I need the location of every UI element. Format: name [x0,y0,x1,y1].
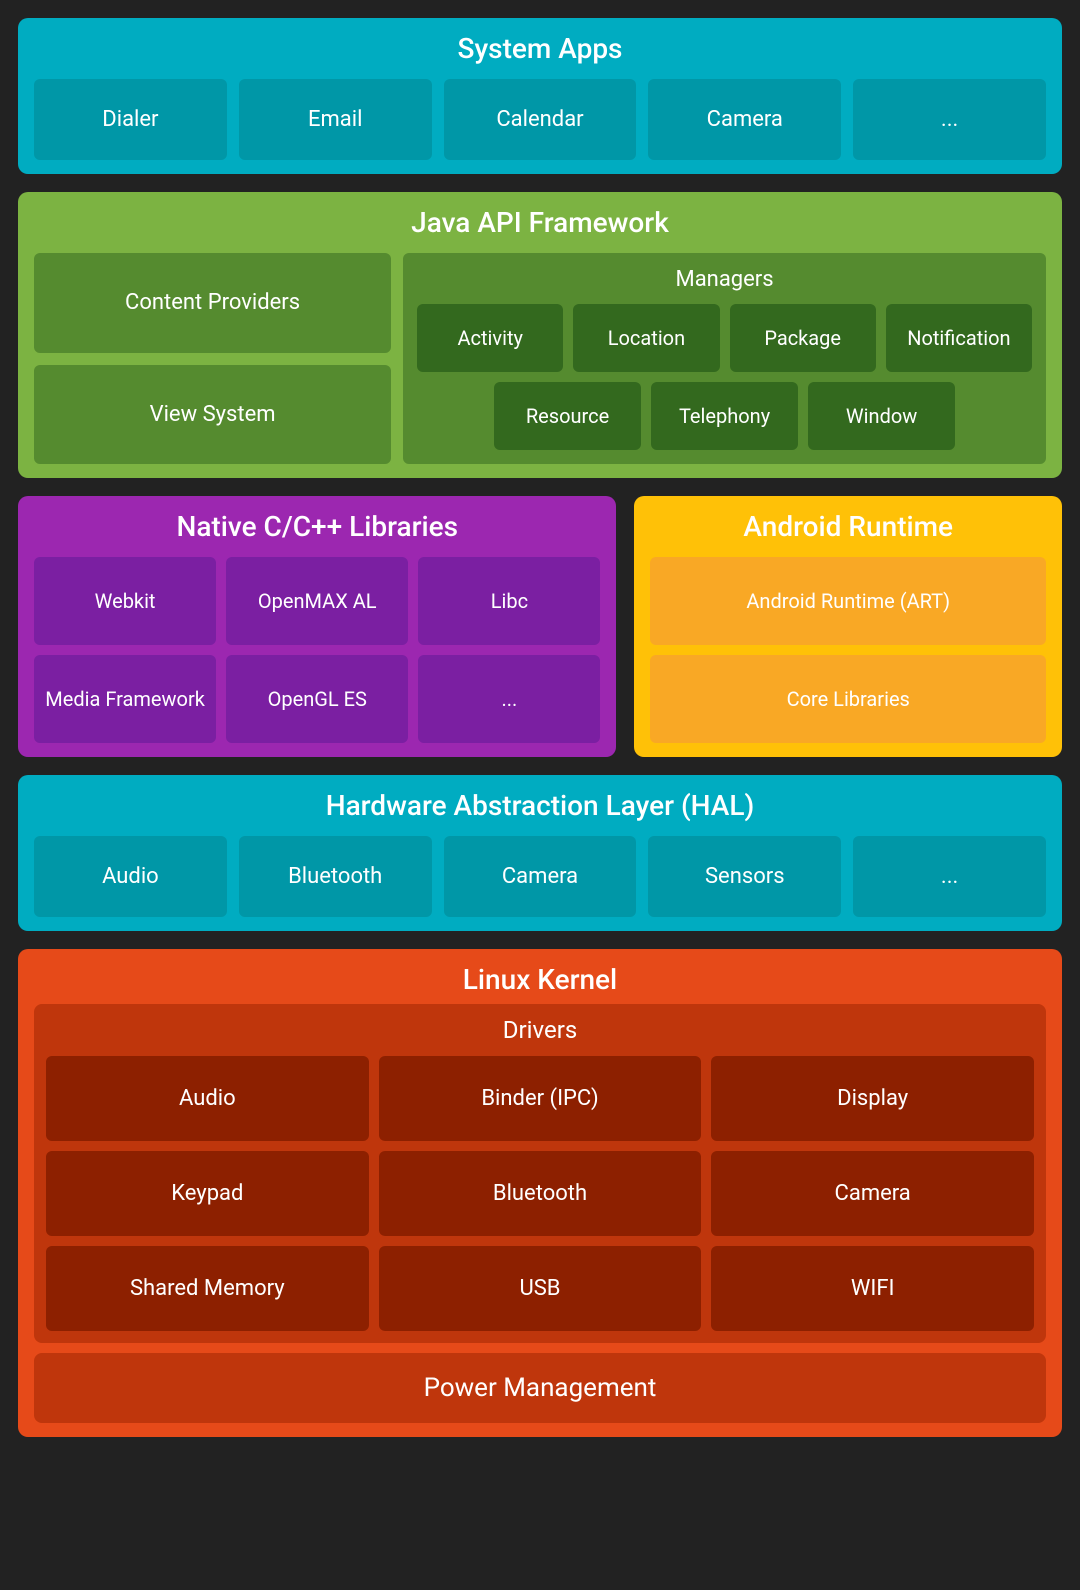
drivers-title: Drivers [46,1016,1034,1044]
driver-audio: Audio [46,1056,369,1141]
driver-binder: Binder (IPC) [379,1056,702,1141]
manager-window: Window [808,382,955,450]
java-api-title: Java API Framework [34,206,1046,239]
manager-location: Location [573,304,719,372]
system-apps-layer: System Apps Dialer Email Calendar Camera… [18,18,1062,174]
system-apps-title: System Apps [34,32,1046,65]
java-api-left: Content Providers View System [34,253,391,464]
view-system: View System [34,365,391,465]
hal-title: Hardware Abstraction Layer (HAL) [34,789,1046,822]
android-runtime-layer: Android Runtime Android Runtime (ART) Co… [634,496,1062,757]
lib-openmax: OpenMAX AL [226,557,408,645]
java-api-inner: Content Providers View System Managers A… [34,253,1046,464]
lib-libc: Libc [418,557,600,645]
driver-usb: USB [379,1246,702,1331]
manager-activity: Activity [417,304,563,372]
manager-notification: Notification [886,304,1032,372]
driver-display: Display [711,1056,1034,1141]
native-runtime-row: Native C/C++ Libraries Webkit OpenMAX AL… [18,496,1062,757]
lib-webkit: Webkit [34,557,216,645]
app-dialer: Dialer [34,79,227,160]
app-calendar: Calendar [444,79,637,160]
managers-row1: Activity Location Package Notification [417,304,1032,372]
hal-audio: Audio [34,836,227,917]
hal-bluetooth: Bluetooth [239,836,432,917]
native-cpp-layer: Native C/C++ Libraries Webkit OpenMAX AL… [18,496,616,757]
android-runtime-title: Android Runtime [650,510,1046,543]
hal-more: ... [853,836,1046,917]
hal-camera: Camera [444,836,637,917]
managers-row2: Resource Telephony Window [494,382,955,450]
driver-wifi: WIFI [711,1246,1034,1331]
runtime-core-libraries: Core Libraries [650,655,1046,743]
drivers-grid: Audio Binder (IPC) Display Keypad Blueto… [46,1056,1034,1331]
native-cpp-title: Native C/C++ Libraries [34,510,600,543]
java-api-layer: Java API Framework Content Providers Vie… [18,192,1062,478]
driver-keypad: Keypad [46,1151,369,1236]
hal-layer: Hardware Abstraction Layer (HAL) Audio B… [18,775,1062,931]
hal-sensors: Sensors [648,836,841,917]
linux-kernel-layer: Linux Kernel Drivers Audio Binder (IPC) … [18,949,1062,1437]
manager-resource: Resource [494,382,641,450]
hal-grid: Audio Bluetooth Camera Sensors ... [34,836,1046,917]
manager-telephony: Telephony [651,382,798,450]
system-apps-grid: Dialer Email Calendar Camera ... [34,79,1046,160]
managers-section: Managers Activity Location Package Notif… [403,253,1046,464]
drivers-section: Drivers Audio Binder (IPC) Display Keypa… [34,1004,1046,1343]
linux-kernel-title: Linux Kernel [34,963,1046,996]
driver-bluetooth: Bluetooth [379,1151,702,1236]
power-management: Power Management [34,1353,1046,1423]
lib-opengl: OpenGL ES [226,655,408,743]
driver-camera: Camera [711,1151,1034,1236]
managers-title: Managers [417,267,1032,292]
android-runtime-grid: Android Runtime (ART) Core Libraries [650,557,1046,743]
app-email: Email [239,79,432,160]
runtime-art: Android Runtime (ART) [650,557,1046,645]
app-more: ... [853,79,1046,160]
lib-more: ... [418,655,600,743]
app-camera: Camera [648,79,841,160]
manager-package: Package [730,304,876,372]
content-providers: Content Providers [34,253,391,353]
driver-shared-memory: Shared Memory [46,1246,369,1331]
native-cpp-grid: Webkit OpenMAX AL Libc Media Framework O… [34,557,600,743]
lib-media-framework: Media Framework [34,655,216,743]
